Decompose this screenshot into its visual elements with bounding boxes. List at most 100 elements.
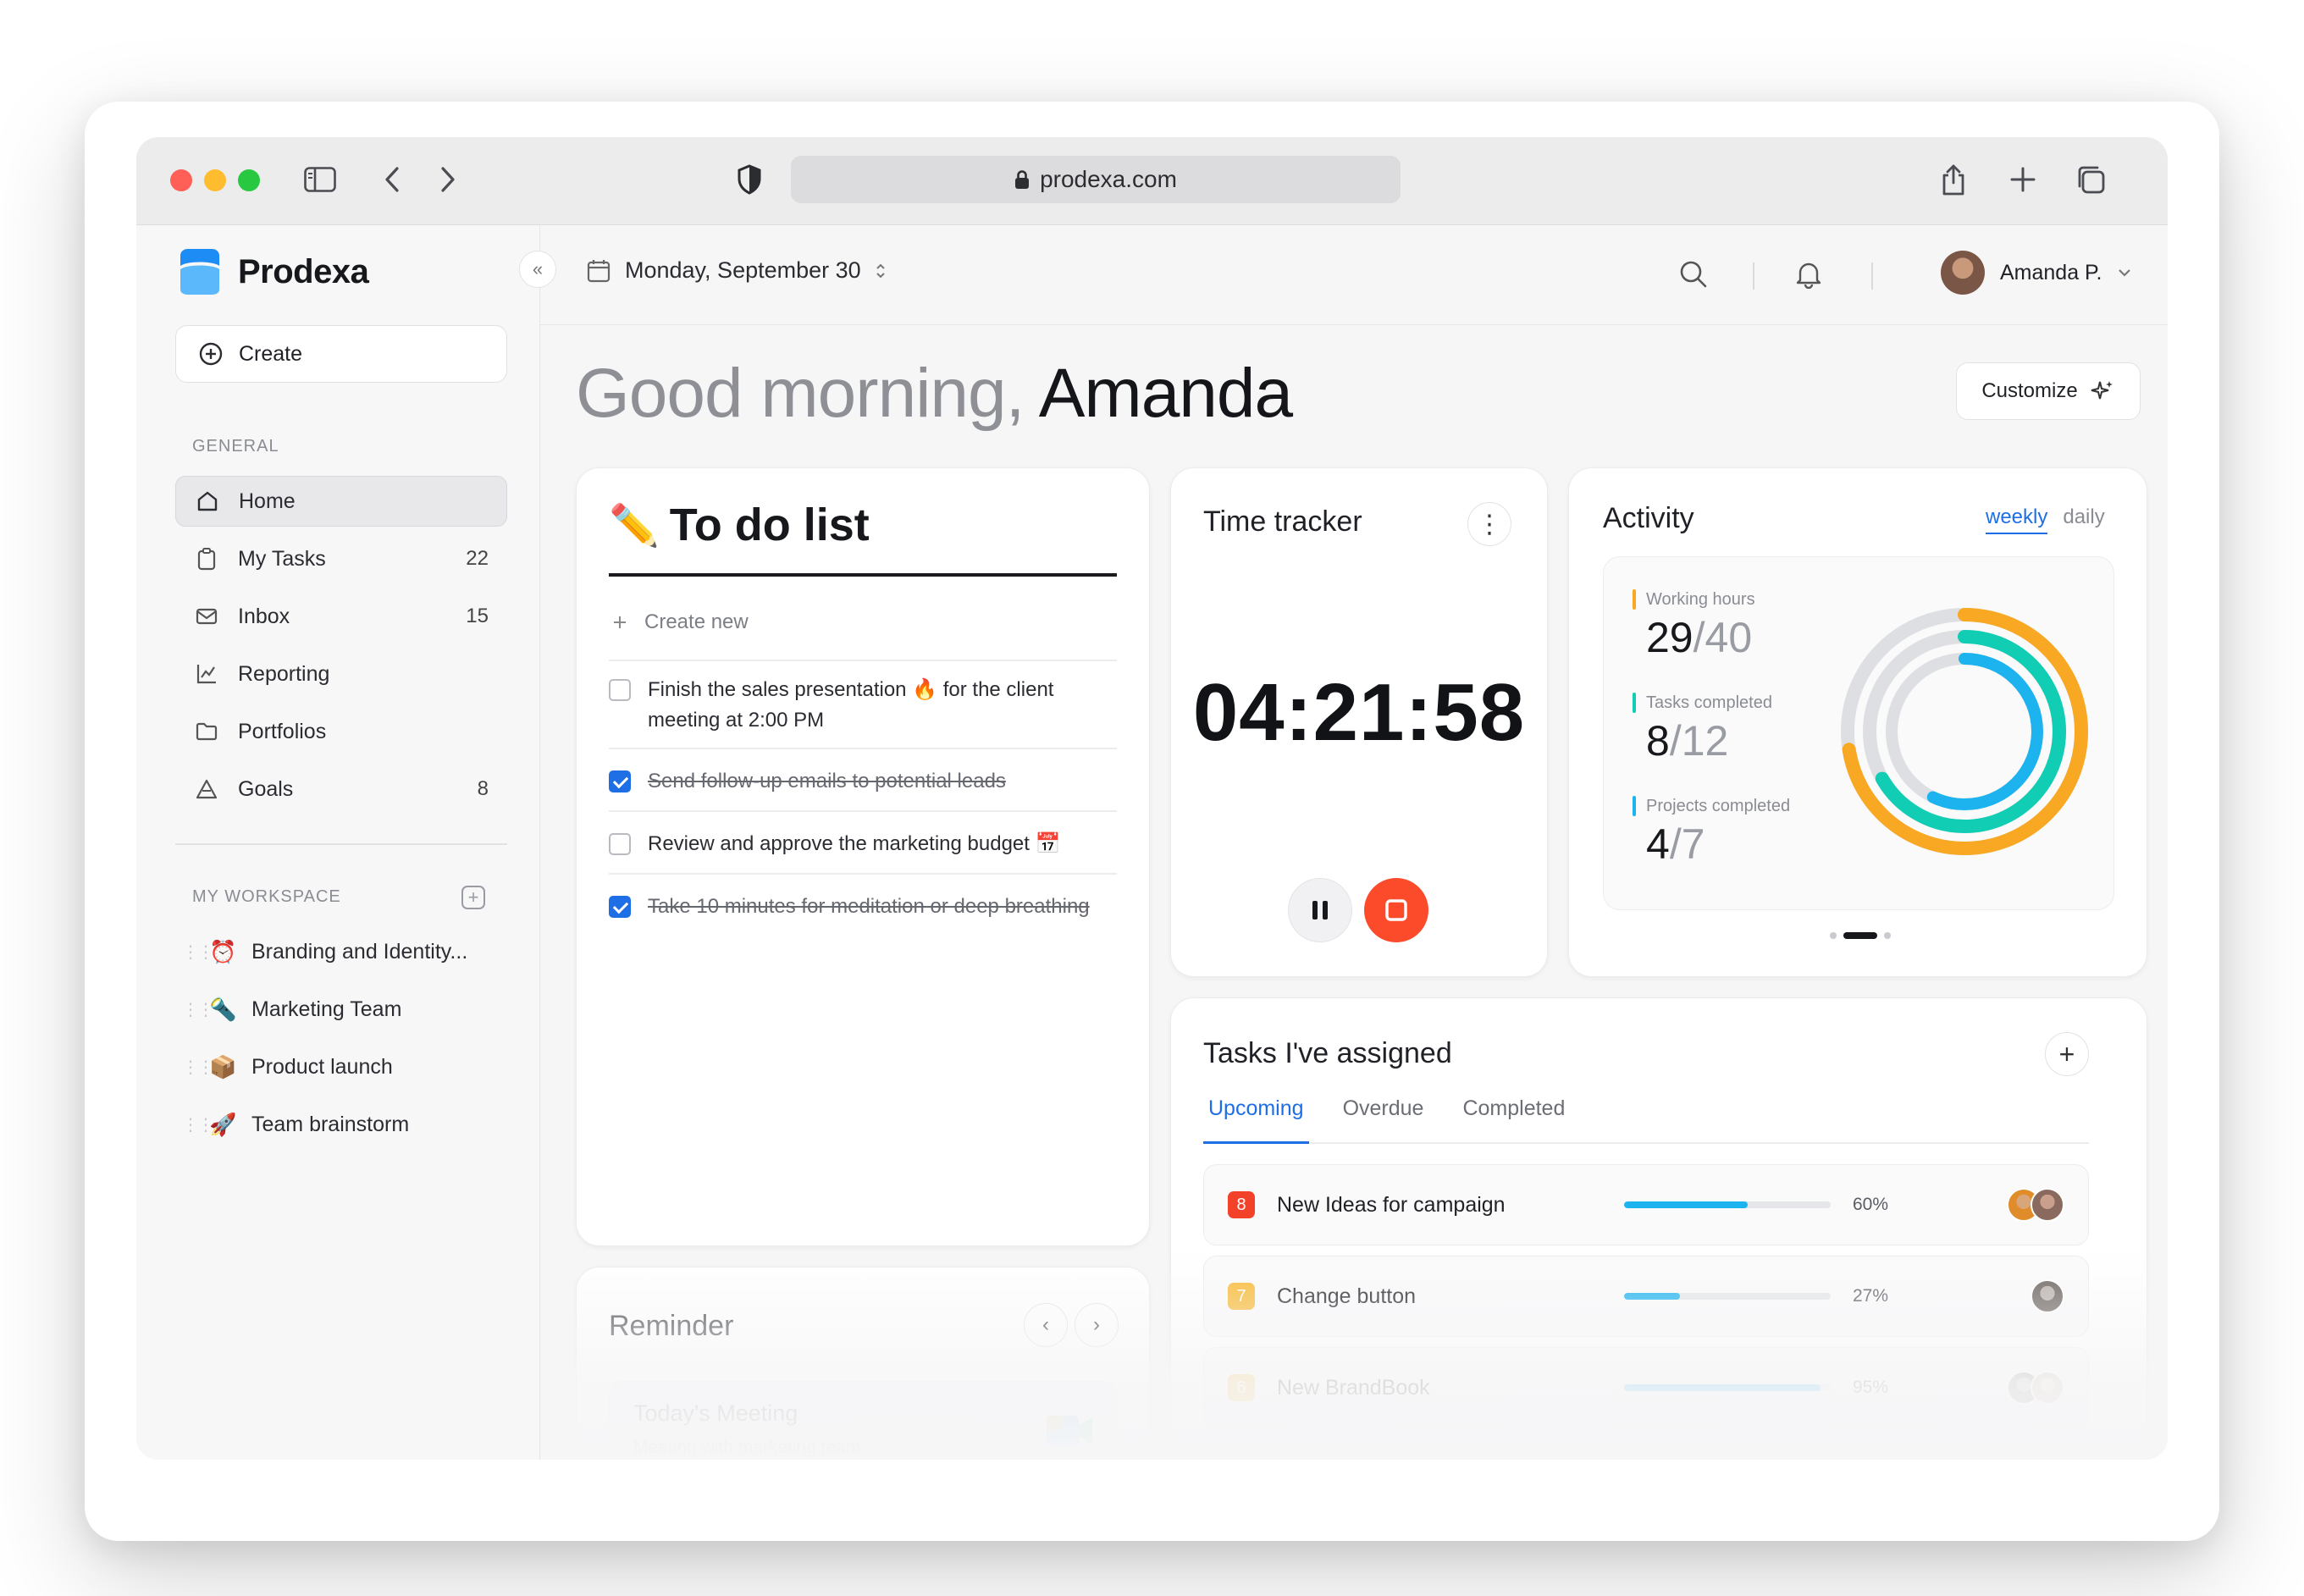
todo-item[interactable]: Review and approve the marketing budget … xyxy=(609,829,1117,859)
create-button[interactable]: Create xyxy=(175,325,507,383)
sidebar-item-count: 8 xyxy=(477,777,489,800)
sidebar-item-home[interactable]: Home xyxy=(175,476,507,527)
folder-icon xyxy=(194,719,219,744)
carousel-dot[interactable] xyxy=(1884,932,1891,939)
task-row[interactable]: 6 New BrandBook 95% xyxy=(1203,1347,2089,1428)
activity-rings-chart xyxy=(1841,608,2088,855)
home-icon xyxy=(195,489,220,514)
todo-separator xyxy=(609,660,1117,661)
add-workspace-icon[interactable]: + xyxy=(461,886,485,909)
todo-item[interactable]: Send follow-up emails to potential leads xyxy=(609,766,1117,797)
customize-label: Customize xyxy=(1981,379,2078,402)
workspace-item[interactable]: ⋮⋮ 🚀 Team brainstorm xyxy=(175,1099,507,1150)
create-new-task[interactable]: Create new xyxy=(612,610,749,634)
progress-bar xyxy=(1624,1293,1831,1300)
task-row[interactable]: 7 Change button 27% xyxy=(1203,1256,2089,1337)
sidebar-item-reporting[interactable]: Reporting xyxy=(175,649,507,699)
todo-item[interactable]: Finish the sales presentation 🔥 for the … xyxy=(609,675,1117,736)
customize-button[interactable]: Customize xyxy=(1956,362,2141,420)
sidebar-item-portfolios[interactable]: Portfolios xyxy=(175,706,507,757)
tab-daily[interactable]: daily xyxy=(2063,505,2104,534)
tab-weekly[interactable]: weekly xyxy=(1986,505,2048,534)
forward-icon[interactable] xyxy=(429,161,467,198)
sidebar-divider xyxy=(175,843,507,845)
tab-upcoming[interactable]: Upcoming xyxy=(1203,1096,1309,1144)
todo-card: ✏️ To do list Create new Finish the sale… xyxy=(576,467,1150,1246)
sidebar-toggle-icon[interactable] xyxy=(301,161,339,198)
back-icon[interactable] xyxy=(373,161,411,198)
priority-badge: 7 xyxy=(1228,1283,1255,1310)
activity-panel: Working hours 29/40 Tasks completed 8/12… xyxy=(1603,556,2114,910)
share-icon[interactable] xyxy=(1935,161,1972,198)
carousel-dot[interactable] xyxy=(1830,932,1837,939)
todo-checkbox[interactable] xyxy=(609,770,631,792)
todo-separator xyxy=(609,748,1117,749)
drag-handle-icon[interactable]: ⋮⋮ xyxy=(182,1114,214,1135)
metric-label: Tasks completed xyxy=(1646,693,1772,712)
workspace-item[interactable]: ⋮⋮ 📦 Product launch xyxy=(175,1041,507,1092)
reminder-prev-button[interactable]: ‹ xyxy=(1024,1303,1068,1347)
more-options-icon[interactable]: ⋮ xyxy=(1467,502,1511,546)
workspace-section-label: MY WORKSPACE xyxy=(192,887,341,906)
metric-color-bar xyxy=(1633,589,1636,610)
new-tab-icon[interactable] xyxy=(2004,161,2042,198)
drag-handle-icon[interactable]: ⋮⋮ xyxy=(182,1057,214,1078)
todo-separator xyxy=(609,810,1117,812)
todo-checkbox[interactable] xyxy=(609,896,631,918)
close-window-button[interactable] xyxy=(170,169,192,191)
progress-fill xyxy=(1624,1384,1821,1391)
activity-title: Activity xyxy=(1603,502,1694,534)
drag-handle-icon[interactable]: ⋮⋮ xyxy=(182,942,214,963)
topbar-separator xyxy=(1753,262,1754,290)
sidebar-item-count: 15 xyxy=(466,605,489,627)
metric-label: Working hours xyxy=(1646,589,1755,609)
bell-icon[interactable] xyxy=(1790,256,1827,293)
priority-badge: 8 xyxy=(1228,1191,1255,1218)
address-bar[interactable]: prodexa.com xyxy=(791,156,1401,203)
assignee-avatars xyxy=(2031,1279,2064,1313)
user-menu[interactable]: Amanda P. xyxy=(1941,251,2132,295)
tab-overdue[interactable]: Overdue xyxy=(1338,1096,1429,1142)
sidebar-item-count: 22 xyxy=(466,547,489,570)
metric-projects-completed: Projects completed 4/7 xyxy=(1633,796,1790,869)
todo-item[interactable]: Take 10 minutes for meditation or deep b… xyxy=(609,892,1117,922)
sidebar-item-my-tasks[interactable]: My Tasks 22 xyxy=(175,533,507,584)
minimize-window-button[interactable] xyxy=(204,169,226,191)
drag-handle-icon[interactable]: ⋮⋮ xyxy=(182,999,214,1020)
prodexa-logo-icon xyxy=(177,247,223,296)
sidebar-item-inbox[interactable]: Inbox 15 xyxy=(175,591,507,642)
metric-label: Projects completed xyxy=(1646,796,1791,815)
metric-tasks-completed: Tasks completed 8/12 xyxy=(1633,693,1772,765)
date-picker[interactable]: Monday, September 30 xyxy=(586,257,887,284)
workspace-item[interactable]: ⋮⋮ ⏰ Branding and Identity... xyxy=(175,926,507,977)
add-task-button[interactable]: + xyxy=(2045,1032,2089,1076)
url-text: prodexa.com xyxy=(1040,166,1177,192)
top-bar: Monday, September 30 Amanda P. xyxy=(540,225,2168,325)
carousel-dot-active[interactable] xyxy=(1843,932,1877,939)
plus-circle-icon xyxy=(199,342,223,366)
todo-heading: ✏️ To do list xyxy=(609,499,870,551)
todo-checkbox[interactable] xyxy=(609,833,631,855)
sidebar-item-goals[interactable]: Goals 8 xyxy=(175,764,507,815)
tabs-overview-icon[interactable] xyxy=(2072,161,2109,198)
workspace-item[interactable]: ⋮⋮ 🔦 Marketing Team xyxy=(175,984,507,1035)
greeting: Good morning, Amanda xyxy=(576,354,1293,434)
calendar-icon xyxy=(587,259,611,282)
brand-logo[interactable]: Prodexa xyxy=(177,247,369,296)
browser-window: prodexa.com Prodexa Create GENERAL Home xyxy=(136,137,2168,1460)
lock-icon xyxy=(1015,170,1030,189)
maximize-window-button[interactable] xyxy=(238,169,260,191)
avatar xyxy=(1941,251,1985,295)
task-row[interactable]: 8 New Ideas for campaign 60% xyxy=(1203,1164,2089,1245)
collapse-sidebar-button[interactable]: « xyxy=(519,251,556,288)
search-icon[interactable] xyxy=(1675,256,1712,293)
pause-button[interactable] xyxy=(1288,878,1352,942)
stop-button[interactable] xyxy=(1364,878,1428,942)
tab-completed[interactable]: Completed xyxy=(1457,1096,1570,1142)
todo-checkbox[interactable] xyxy=(609,679,631,701)
sidebar-item-label: Goals xyxy=(238,776,294,801)
sidebar-item-label: Portfolios xyxy=(238,719,327,743)
reminder-item[interactable]: Today's Meeting Meeting with marketing t… xyxy=(609,1381,1117,1460)
shield-icon[interactable] xyxy=(731,161,768,198)
reminder-next-button[interactable]: › xyxy=(1075,1303,1119,1347)
